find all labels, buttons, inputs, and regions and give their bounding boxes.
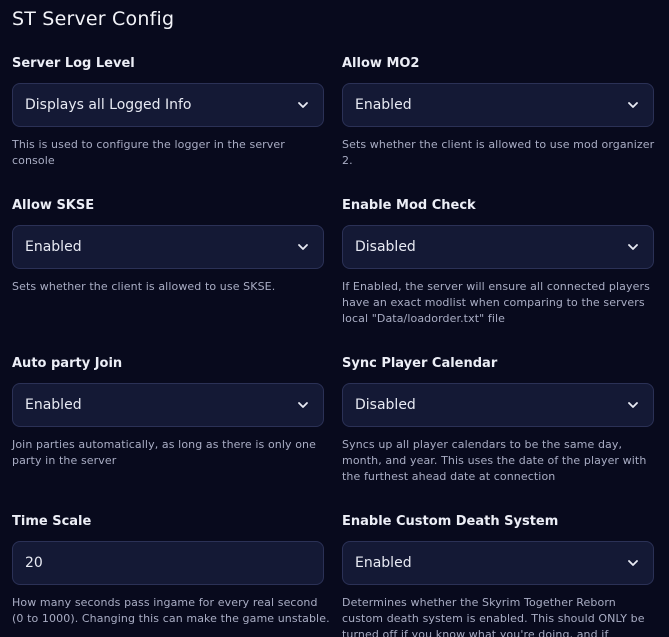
page-title: ST Server Config — [12, 8, 175, 30]
allow-skse-help: Sets whether the client is allowed to us… — [12, 280, 276, 293]
sync-player-calendar-help: Syncs up all player calendars to be the … — [342, 438, 647, 483]
chevron-down-icon — [627, 100, 639, 110]
field-time-scale: Time Scale 20 How many seconds pass inga… — [12, 513, 330, 625]
time-scale-help: How many seconds pass ingame for every r… — [12, 596, 330, 625]
auto-party-join-select[interactable]: Enabled — [12, 383, 324, 427]
server-log-level-help: This is used to configure the logger in … — [12, 138, 285, 167]
chevron-down-icon — [627, 400, 639, 410]
sync-player-calendar-value: Disabled — [355, 397, 416, 413]
chevron-down-icon — [627, 242, 639, 252]
auto-party-join-help: Join parties automatically, as long as t… — [12, 438, 316, 467]
sync-player-calendar-label: Sync Player Calendar — [342, 356, 498, 371]
server-log-level-value: Displays all Logged Info — [25, 97, 192, 113]
allow-skse-value: Enabled — [25, 239, 82, 255]
time-scale-value: 20 — [25, 555, 43, 571]
enable-custom-death-system-select[interactable]: Enabled — [342, 541, 654, 585]
allow-mo2-select[interactable]: Enabled — [342, 83, 654, 127]
time-scale-input[interactable]: 20 — [12, 541, 324, 585]
auto-party-join-value: Enabled — [25, 397, 82, 413]
server-config-page: ST Server Config Server Log Level Displa… — [0, 0, 669, 637]
enable-mod-check-help: If Enabled, the server will ensure all c… — [342, 280, 650, 325]
enable-custom-death-system-value: Enabled — [355, 555, 412, 571]
field-enable-custom-death-system: Enable Custom Death System Enabled Deter… — [342, 513, 656, 637]
field-sync-player-calendar: Sync Player Calendar Disabled Syncs up a… — [342, 355, 656, 483]
auto-party-join-label: Auto party Join — [12, 356, 123, 371]
allow-skse-select[interactable]: Enabled — [12, 225, 324, 269]
sync-player-calendar-select[interactable]: Disabled — [342, 383, 654, 427]
field-enable-mod-check: Enable Mod Check Disabled If Enabled, th… — [342, 197, 656, 325]
field-allow-mo2: Allow MO2 Enabled Sets whether the clien… — [342, 55, 656, 167]
allow-skse-label: Allow SKSE — [12, 198, 95, 213]
chevron-down-icon — [297, 400, 309, 410]
enable-mod-check-label: Enable Mod Check — [342, 198, 476, 213]
enable-mod-check-select[interactable]: Disabled — [342, 225, 654, 269]
enable-mod-check-value: Disabled — [355, 239, 416, 255]
server-log-level-label: Server Log Level — [12, 56, 135, 71]
allow-mo2-value: Enabled — [355, 97, 412, 113]
allow-mo2-label: Allow MO2 — [342, 56, 420, 71]
field-allow-skse: Allow SKSE Enabled Sets whether the clie… — [12, 197, 326, 293]
field-server-log-level: Server Log Level Displays all Logged Inf… — [12, 55, 326, 167]
chevron-down-icon — [627, 558, 639, 568]
chevron-down-icon — [297, 242, 309, 252]
field-auto-party-join: Auto party Join Enabled Join parties aut… — [12, 355, 326, 467]
enable-custom-death-system-help: Determines whether the Skyrim Together R… — [342, 596, 645, 637]
server-log-level-select[interactable]: Displays all Logged Info — [12, 83, 324, 127]
time-scale-label: Time Scale — [12, 514, 92, 529]
allow-mo2-help: Sets whether the client is allowed to us… — [342, 138, 655, 167]
enable-custom-death-system-label: Enable Custom Death System — [342, 514, 559, 529]
chevron-down-icon — [297, 100, 309, 110]
